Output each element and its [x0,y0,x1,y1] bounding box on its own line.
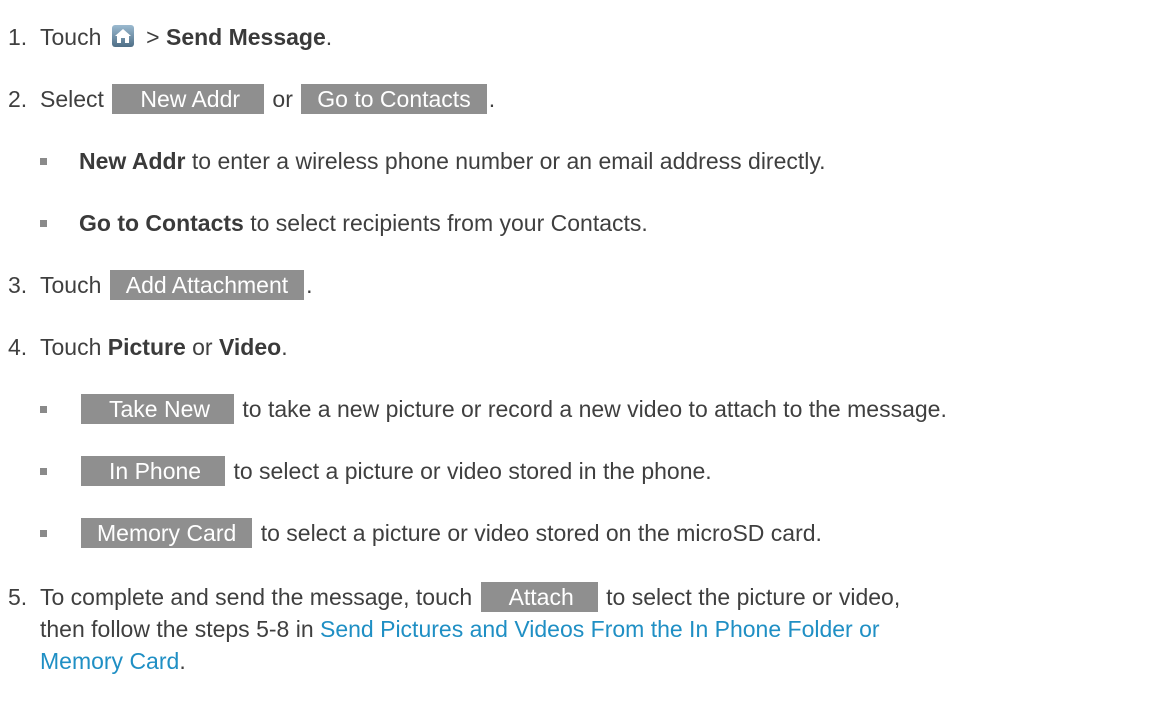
step-end: . [179,648,186,674]
step-text: To complete and send the message, touch … [40,582,900,612]
step-pre: Touch [40,24,102,50]
step-number: 3. [8,272,28,298]
step-number: 2. [8,86,28,112]
bullet-desc: to take a new picture or record a new vi… [235,396,947,422]
step-5-line-3: Memory Card. [40,646,186,676]
in-phone-key[interactable]: In Phone [81,456,226,486]
bullet-text: In Phone to select a picture or video st… [79,456,712,486]
step-number: 4. [8,334,28,360]
step-text: Touch Picture or Video. [40,332,288,362]
bullet-marker [40,406,47,413]
step-number: 1. [8,24,28,50]
step-post: . [325,24,333,50]
bullet-marker [40,220,47,227]
bullet-bold: Go to Contacts [79,210,244,236]
step-post: . [306,272,313,298]
memory-card-key[interactable]: Memory Card [81,518,253,548]
bullet-desc: to select recipients from your Contacts. [243,210,648,236]
bullet-marker [40,468,47,475]
step-pre: To complete and send the message, touch [40,584,473,610]
step-text: Touch Add Attachment. [40,270,313,300]
bullet-desc: to select a picture or video stored on t… [254,520,822,546]
take-new-key[interactable]: Take New [81,394,234,424]
step-text: Touch > Send Message. [40,22,332,52]
step-number: 5. [8,584,28,610]
bullet-text: Take New to take a new picture or record… [79,394,947,424]
step-sep: > [139,24,166,50]
step-post: to select the picture or video, [599,584,901,610]
step-post: . [488,86,496,112]
step-5-line-2: then follow the steps 5-8 in Send Pictur… [40,614,880,644]
send-pictures-link[interactable]: Send Pictures and Videos From the In Pho… [320,616,880,642]
step-or: or [266,86,300,112]
go-to-contacts-key[interactable]: Go to Contacts [301,84,487,114]
bullet-text: New Addr to enter a wireless phone numbe… [79,146,826,176]
bullet-text: Memory Card to select a picture or video… [79,518,822,548]
bullet-desc: to select a picture or video stored in t… [227,458,712,484]
step-continuation: then follow the steps 5-8 in [40,616,320,642]
new-addr-key[interactable]: New Addr [112,84,265,114]
home-icon [111,25,134,47]
step-text: Select New Addr or Go to Contacts. [40,84,495,114]
picture-label: Picture [107,334,186,360]
bullet-marker [40,158,47,165]
step-pre: Touch [40,334,108,360]
step-post: . [281,334,288,360]
bullet-bold: New Addr [79,148,186,174]
bullet-text: Go to Contacts to select recipients from… [79,208,648,238]
step-pre: Select [40,86,104,112]
step-pre: Touch [40,272,102,298]
step-or: or [185,334,219,360]
video-label: Video [218,334,282,360]
memory-card-link[interactable]: Memory Card [40,648,179,674]
bullet-desc: to enter a wireless phone number or an e… [185,148,826,174]
attach-key[interactable]: Attach [480,582,598,612]
send-message-label: Send Message [165,24,326,50]
add-attachment-key[interactable]: Add Attachment [109,270,305,300]
bullet-marker [40,530,47,537]
